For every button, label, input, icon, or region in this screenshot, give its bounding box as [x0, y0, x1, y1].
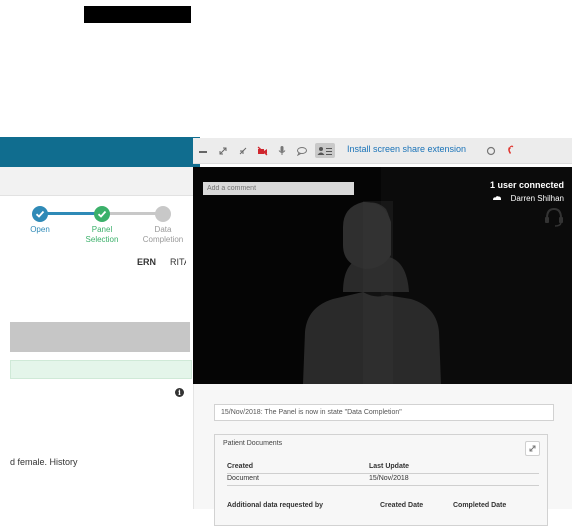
- step-label-panel-selection: Panel Selection: [85, 225, 119, 244]
- stepper-line-pending: [102, 212, 162, 215]
- app-header-bar: [0, 137, 200, 167]
- column-header-created: Created: [227, 463, 254, 470]
- minimize-button[interactable]: [197, 143, 209, 158]
- column-header-requested-by: Additional data requested by: [227, 502, 324, 509]
- column-header-completed-date: Completed Date: [453, 502, 507, 509]
- record-icon: [486, 146, 496, 155]
- step-panel-selection-dot[interactable]: [94, 206, 110, 222]
- camera-off-icon: [257, 146, 267, 155]
- call-toolbar: Install screen share extension: [193, 138, 572, 164]
- document-date-cell: 15/Nov/2018: [369, 475, 409, 482]
- status-band: [10, 360, 192, 379]
- chat-button[interactable]: [295, 143, 309, 158]
- minimize-icon: [199, 150, 207, 153]
- section-header-band: [10, 322, 190, 352]
- table-row[interactable]: Document 15/Nov/2018: [227, 474, 539, 486]
- participant-list-icon: [317, 146, 332, 155]
- panel-state-message: 15/Nov/2018: The Panel is now in state "…: [214, 404, 554, 421]
- patient-history-text: d female. History: [10, 457, 78, 467]
- microphone-icon: [278, 146, 286, 155]
- step-open-dot[interactable]: [32, 206, 48, 222]
- shrink-button[interactable]: [237, 143, 249, 158]
- record-button[interactable]: [485, 143, 497, 158]
- app-sub-bar: [0, 167, 200, 196]
- additional-data-header: Additional data requested by Created Dat…: [227, 502, 539, 513]
- patient-documents-title: Patient Documents: [223, 440, 283, 447]
- document-name-cell: Document: [227, 475, 259, 482]
- connected-user-name: Darren Shilhan: [510, 194, 564, 203]
- headset-icon: [545, 207, 563, 227]
- expand-icon: [219, 147, 227, 154]
- step-data-completion-dot[interactable]: [155, 206, 171, 222]
- documents-table: Created Last Update Document 15/Nov/2018: [227, 462, 539, 486]
- chat-icon: [296, 146, 307, 156]
- case-detail-panel: 15/Nov/2018: The Panel is now in state "…: [193, 384, 572, 526]
- column-header-created-date: Created Date: [380, 502, 424, 509]
- expand-icon: [529, 445, 536, 452]
- participants-button[interactable]: [315, 143, 335, 158]
- hang-up-icon: [507, 145, 513, 154]
- cloud-icon: [493, 196, 501, 200]
- column-header-last-update: Last Update: [369, 463, 410, 470]
- camera-off-button[interactable]: [256, 143, 268, 158]
- microphone-button[interactable]: [276, 143, 288, 158]
- expand-documents-button[interactable]: [525, 441, 540, 456]
- users-connected-label: 1 user connected: [489, 180, 564, 190]
- stepper-line-done: [40, 212, 102, 215]
- info-icon[interactable]: i: [175, 388, 184, 397]
- install-screen-share-link[interactable]: Install screen share extension: [347, 144, 466, 154]
- ern-label: ERN: [137, 257, 157, 267]
- documents-table-header: Created Last Update: [227, 462, 539, 474]
- step-label-data-completion: Data Completion: [142, 225, 184, 244]
- expand-button[interactable]: [217, 143, 229, 158]
- check-icon: [35, 210, 45, 218]
- shrink-icon: [239, 147, 247, 154]
- comment-input[interactable]: [203, 182, 354, 195]
- hang-up-button[interactable]: [505, 143, 517, 158]
- step-label-open: Open: [30, 225, 50, 234]
- redacted-block: [84, 6, 191, 23]
- patient-documents-card: Patient Documents Created Last Update Do…: [214, 434, 548, 526]
- video-feed[interactable]: 1 user connected Darren Shilhan: [193, 167, 572, 384]
- check-icon: [97, 210, 107, 218]
- rita-label: RITA: [170, 257, 186, 267]
